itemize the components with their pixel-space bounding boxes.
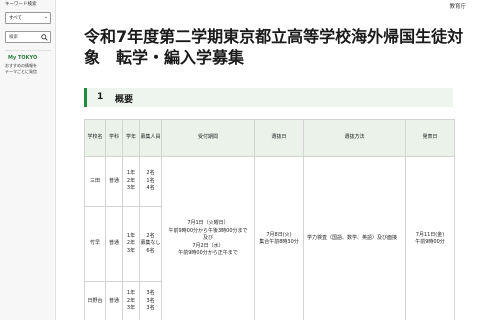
chevron-down-icon: ⌄ (43, 14, 48, 20)
header-school: 学校名 (84, 119, 106, 157)
header-quota: 募集人員 (139, 119, 162, 157)
mytokyo-logo[interactable]: My TOKYO (8, 55, 37, 61)
header-announce: 発表日 (405, 119, 455, 157)
sidebar: キーワード検索 すべて ⌄ 検索 My TOKYO おすすめの情報を テーマごと… (0, 0, 56, 320)
quota-cell: 2名 募集なし 6名 (139, 206, 162, 282)
grade-cell: 1年 2年 3年 (122, 206, 140, 282)
method-cell: 学力検査（国語、数学、英語）及び面接 (303, 156, 406, 320)
section-title: 概要 (115, 95, 134, 105)
agency-label[interactable]: 教育庁 (449, 2, 466, 10)
school-cell: 三田 (84, 156, 106, 207)
school-cell: 竹早 (84, 206, 106, 282)
quota-cell: 3名 3名 3名 (139, 281, 162, 320)
dept-cell: 普通 (105, 156, 123, 207)
grade-cell: 1年 2年 3年 (122, 281, 140, 320)
search-icon[interactable] (41, 34, 48, 41)
sidebar-divider (5, 50, 51, 51)
header-method: 選抜方法 (303, 119, 406, 157)
header-dept: 学科 (105, 119, 123, 157)
grade-cell: 1年 2年 3年 (122, 156, 140, 207)
school-cell: 日野台 (84, 281, 106, 320)
header-grade: 学年 (122, 119, 140, 157)
search-input[interactable]: 検索 (5, 31, 51, 43)
keyword-search-label: キーワード検索 (5, 2, 37, 7)
quota-cell: 2名 1名 4名 (139, 156, 162, 207)
header-exam-date: 選抜日 (254, 119, 304, 157)
exam-date-cell: 7月8日(火) 集合午前8時30分 (254, 156, 304, 320)
dept-cell: 普通 (105, 206, 123, 282)
recruitment-table: 学校名 学科 学年 募集人員 受付期間 選抜日 選抜方法 発表日 三田 普通 1… (84, 119, 455, 320)
category-select-value: すべて (9, 16, 23, 21)
category-select[interactable]: すべて ⌄ (5, 12, 51, 24)
section-number: 1 (97, 92, 104, 102)
search-placeholder: 検索 (9, 35, 18, 40)
table-row: 三田 普通 1年 2年 3年 2名 1名 4名 7月1日（火曜日） 午前9時00… (84, 156, 455, 320)
dept-cell: 普通 (105, 281, 123, 320)
announce-cell: 7月11日(金) 午前9時00分 (405, 156, 455, 320)
header-period: 受付期間 (161, 119, 255, 157)
section-heading: 1 概要 (84, 88, 453, 107)
mytokyo-description-2[interactable]: テーマごとに発信 (5, 69, 37, 75)
period-cell: 7月1日（火曜日） 午前9時00分から午後3時00分まで 及び 7月2日（水） … (161, 156, 255, 320)
page-title: 令和7年度第二学期東京都立高等学校海外帰国生徒対象 転学・編入学募集 (84, 27, 464, 67)
table-header-row: 学校名 学科 学年 募集人員 受付期間 選抜日 選抜方法 発表日 (84, 119, 455, 157)
